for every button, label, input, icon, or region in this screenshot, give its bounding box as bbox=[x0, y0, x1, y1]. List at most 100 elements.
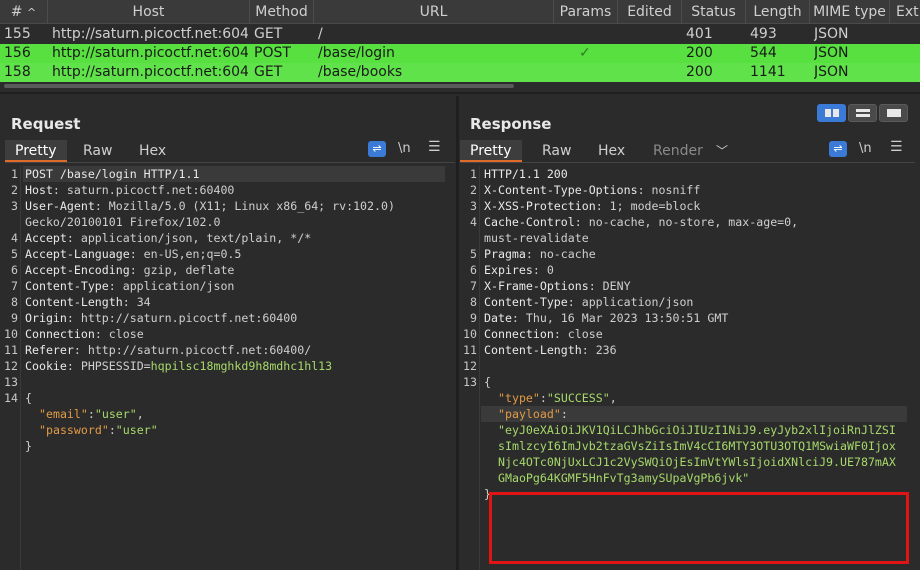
line-text: Accept-Encoding: gzip, deflate bbox=[25, 262, 234, 278]
line-number: 11 bbox=[4, 343, 18, 357]
header-name: Date bbox=[484, 311, 512, 325]
line-text: X-XSS-Protection: 1; mode=block bbox=[484, 198, 700, 214]
json-key: "payload" bbox=[498, 407, 561, 421]
jwt-payload-text: Njc4OTc0NjUxLCJ1c2VySWQiOjEsImVtYWlsIjoi… bbox=[498, 455, 896, 469]
table-horizontal-scrollbar[interactable] bbox=[0, 82, 920, 90]
line-text: User-Agent: Mozilla/5.0 (X11; Linux x86_… bbox=[25, 198, 395, 214]
request-tab-pretty[interactable]: Pretty bbox=[5, 140, 67, 162]
line-number: 13 bbox=[4, 375, 18, 389]
show-newlines-button[interactable]: \n bbox=[398, 141, 411, 156]
header-value: : close bbox=[94, 327, 144, 341]
response-tab-pretty[interactable]: Pretty bbox=[460, 140, 522, 162]
header-value: : 0 bbox=[532, 263, 554, 277]
wrap-lines-icon[interactable]: ⇌ bbox=[829, 141, 847, 157]
menu-icon[interactable]: ☰ bbox=[890, 139, 903, 155]
line-number: 7 bbox=[11, 279, 18, 293]
header-value: : en-US,en;q=0.5 bbox=[129, 247, 242, 261]
line-text: Cache-Control: no-cache, no-store, max-a… bbox=[484, 214, 798, 230]
header-name: User-Agent bbox=[25, 199, 95, 213]
table-row[interactable]: 155 http://saturn.picoctf.net:604... GET… bbox=[0, 25, 920, 44]
request-title: Request bbox=[11, 115, 81, 133]
layout-stacked-icon[interactable] bbox=[848, 104, 877, 122]
line-text: "email":"user", bbox=[25, 406, 144, 422]
json-key: "password" bbox=[39, 423, 109, 437]
line-text: { bbox=[484, 374, 491, 390]
line-number: 2 bbox=[470, 183, 477, 197]
line-number: 8 bbox=[470, 295, 477, 309]
header-value: : Mozilla/5.0 (X11; Linux x86_64; rv:102… bbox=[94, 199, 395, 213]
line-number: 6 bbox=[11, 263, 18, 277]
code-token: , bbox=[609, 391, 617, 405]
payload-highlight-box bbox=[489, 492, 909, 564]
column-header-mime[interactable]: MIME type bbox=[810, 0, 890, 24]
header-name: Content-Type bbox=[484, 295, 568, 309]
line-number: 13 bbox=[463, 375, 477, 389]
response-tab-hex[interactable]: Hex bbox=[588, 140, 635, 162]
json-key: "email" bbox=[39, 407, 88, 421]
code-token: { bbox=[25, 391, 32, 405]
response-editor[interactable]: 1 HTTP/1.1 200 2 X-Content-Type-Options: no… bbox=[459, 166, 920, 570]
header-name: Content-Length bbox=[484, 343, 582, 357]
table-row-selected[interactable]: 156 http://saturn.picoctf.net:604... POS… bbox=[0, 44, 920, 63]
menu-icon[interactable]: ☰ bbox=[428, 139, 441, 155]
response-pane: Response Pretty Raw Hex Render ﹀ ⇌ \n ☰ … bbox=[459, 96, 920, 570]
json-value: "SUCCESS" bbox=[546, 391, 610, 405]
column-header-url[interactable]: URL bbox=[314, 0, 554, 24]
response-tab-render[interactable]: Render bbox=[643, 140, 713, 162]
table-row[interactable]: 158 http://saturn.picoctf.net:604... GET… bbox=[0, 63, 920, 82]
code-token: : bbox=[560, 407, 568, 421]
sort-asc-icon: ^ bbox=[26, 6, 37, 19]
chevron-down-icon[interactable]: ﹀ bbox=[706, 140, 738, 162]
cookie-value: hqpilsc18mghkd9h8mdhc1hl13 bbox=[150, 359, 333, 373]
show-newlines-button[interactable]: \n bbox=[859, 141, 872, 156]
line-text: Pragma: no-cache bbox=[484, 246, 596, 262]
line-number: 8 bbox=[11, 295, 18, 309]
column-header-status[interactable]: Status bbox=[682, 0, 746, 24]
pane-splitter-horizontal[interactable] bbox=[0, 92, 920, 94]
line-number: 3 bbox=[11, 199, 18, 213]
scrollbar-thumb[interactable] bbox=[4, 84, 514, 88]
line-number: 9 bbox=[11, 311, 18, 325]
column-header-length[interactable]: Length bbox=[746, 0, 810, 24]
header-value: must-revalidate bbox=[484, 231, 589, 245]
header-name: Accept bbox=[25, 231, 67, 245]
request-editor[interactable]: 1 POST /base/login HTTP/1.1 2 Host: saturn.… bbox=[0, 166, 456, 570]
header-value: : no-cache bbox=[525, 247, 596, 261]
header-name: Accept-Encoding bbox=[25, 263, 130, 277]
line-number: 5 bbox=[470, 247, 477, 261]
header-value: : no-cache, no-store, max-age=0, bbox=[574, 215, 799, 229]
line-text: Host: saturn.picoctf.net:60400 bbox=[25, 182, 234, 198]
header-value: : 34 bbox=[122, 295, 151, 309]
layout-side-by-side-icon[interactable] bbox=[817, 104, 846, 122]
code-token: { bbox=[484, 375, 491, 389]
request-tab-raw[interactable]: Raw bbox=[73, 140, 122, 162]
wrap-lines-icon[interactable]: ⇌ bbox=[368, 141, 386, 157]
response-tab-raw[interactable]: Raw bbox=[532, 140, 581, 162]
layout-tabs-icon[interactable] bbox=[879, 104, 908, 122]
line-number: 4 bbox=[11, 231, 18, 245]
line-number: 2 bbox=[11, 183, 18, 197]
column-header-host[interactable]: Host bbox=[48, 0, 250, 24]
column-header-method[interactable]: Method bbox=[250, 0, 314, 24]
header-name: Connection bbox=[25, 327, 95, 341]
line-number: 11 bbox=[463, 343, 477, 357]
line-text: X-Content-Type-Options: nosniff bbox=[484, 182, 700, 198]
code-token: } bbox=[25, 439, 32, 453]
column-header-edited[interactable]: Edited bbox=[618, 0, 682, 24]
params-check-icon: ✓ bbox=[579, 45, 591, 61]
line-number: 12 bbox=[463, 359, 477, 373]
header-name: X-XSS-Protection bbox=[484, 199, 596, 213]
line-text: sImlzcyI6ImJvb2tzaGVsZiIsImV4cCI6MTY3OTU… bbox=[484, 438, 896, 454]
request-tab-hex[interactable]: Hex bbox=[129, 140, 176, 162]
column-header-extension[interactable]: Ext bbox=[890, 0, 920, 24]
line-text: Accept: application/json, text/plain, */… bbox=[25, 230, 311, 246]
code-token: : bbox=[539, 391, 547, 405]
line-number: 9 bbox=[470, 311, 477, 325]
column-header-params[interactable]: Params bbox=[554, 0, 618, 24]
line-text: Origin: http://saturn.picoctf.net:60400 bbox=[25, 310, 297, 326]
line-number: 14 bbox=[4, 391, 18, 405]
column-header-number[interactable]: # ^ bbox=[0, 0, 48, 24]
line-text: Content-Type: application/json bbox=[484, 294, 693, 310]
layout-toggle bbox=[817, 104, 910, 122]
line-number: 4 bbox=[470, 215, 477, 229]
